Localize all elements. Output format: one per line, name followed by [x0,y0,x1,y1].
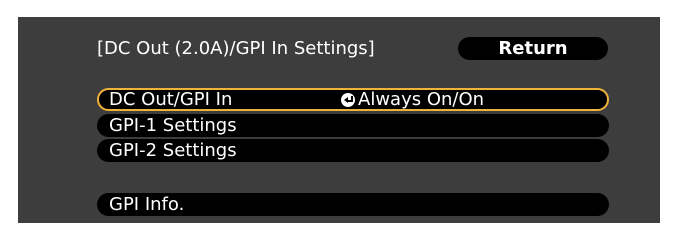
menu-item-value: Always On/On [358,89,485,110]
enter-icon [341,92,355,107]
menu-item-gpi-info[interactable]: GPI Info. [97,193,609,216]
menu-item-label: GPI-2 Settings [109,140,237,161]
menu-item-gpi-2-settings[interactable]: GPI-2 Settings [97,139,609,162]
return-button[interactable]: Return [458,37,608,60]
menu-title: [DC Out (2.0A)/GPI In Settings] [97,38,375,59]
menu-item-label: GPI-1 Settings [109,115,237,136]
menu-item-dc-out-gpi-in[interactable]: DC Out/GPI In Always On/On [97,88,609,111]
menu-item-gpi-1-settings[interactable]: GPI-1 Settings [97,114,609,137]
menu-item-label: GPI Info. [109,194,185,215]
menu-item-value-group: Always On/On [341,90,484,109]
menu-item-label: DC Out/GPI In [109,89,233,110]
